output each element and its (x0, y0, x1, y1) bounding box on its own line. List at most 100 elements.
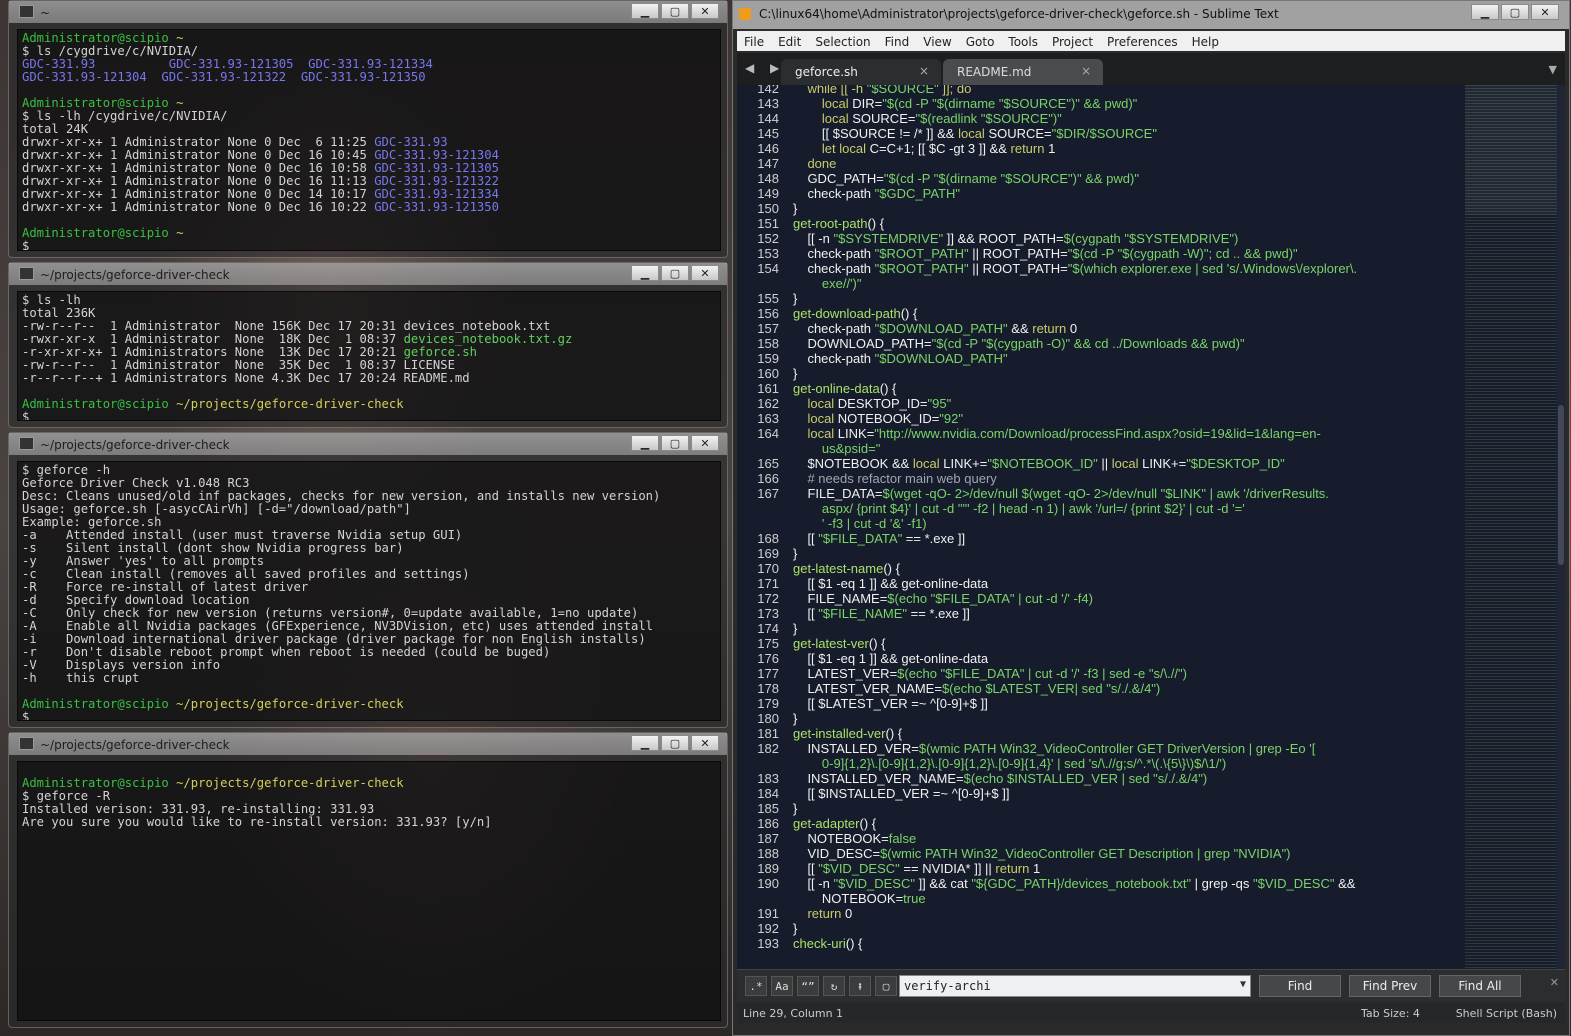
menu-help[interactable]: Help (1185, 33, 1226, 49)
code-text: [[ $INSTALLED_VER =~ ^[0-9]+$ ]] (779, 786, 1009, 801)
line-number: 145 (757, 126, 779, 141)
code-token: "$SOURCE" (866, 85, 939, 96)
vertical-scrollbar[interactable] (1557, 85, 1565, 969)
menu-project[interactable]: Project (1045, 33, 1100, 49)
minimap-viewport[interactable] (1465, 85, 1557, 215)
terminal-text: $ geforce -R (22, 789, 111, 803)
code-token: local (958, 126, 989, 141)
menu-selection[interactable]: Selection (808, 33, 877, 49)
maximize-button[interactable]: ▢ (661, 3, 689, 19)
code-line: 181 get-installed-ver() { (737, 726, 1465, 741)
terminal-window-home[interactable]: ~ ▁ ▢ ✕ Administrator@scipio ~ $ ls /cyg… (8, 0, 728, 258)
tab-nav-arrows-icon[interactable]: ◀ ▶ (745, 61, 785, 75)
find-button[interactable]: Find (1259, 975, 1341, 997)
menu-find[interactable]: Find (878, 33, 917, 49)
code-token: return (1032, 321, 1070, 336)
line-number: 188 (757, 846, 779, 861)
terminal-output[interactable]: Administrator@scipio ~ $ ls /cygdrive/c/… (17, 29, 721, 251)
terminal-output[interactable]: Administrator@scipio ~/projects/geforce-… (17, 761, 721, 1021)
tab-size-selector[interactable]: Tab Size: 4 (1361, 1007, 1420, 1020)
code-text: get-root-path() { (779, 216, 884, 231)
minimize-button[interactable]: ▁ (631, 265, 659, 281)
tab-dropdown-icon[interactable]: ▼ (1549, 63, 1557, 76)
maximize-button[interactable]: ▢ (661, 265, 689, 281)
tab-close-icon[interactable]: × (919, 64, 929, 78)
terminal-window-reinstall[interactable]: ~/projects/geforce-driver-check ▁ ▢ ✕ Ad… (8, 732, 728, 1028)
terminal-output[interactable]: $ ls -lh total 236K -rw-r--r-- 1 Adminis… (17, 291, 721, 421)
code-token: return (793, 906, 846, 921)
terminal-text: -a Attended install (user must traverse … (22, 528, 463, 542)
terminal-text: -r Don't disable reboot prompt when rebo… (22, 645, 551, 659)
code-token: "${GDC_PATH}/devices_notebook.txt" (971, 876, 1192, 891)
close-button[interactable]: ✕ (691, 435, 719, 451)
in-selection-icon[interactable]: ⭻ (849, 976, 871, 996)
minimize-button[interactable]: ▁ (631, 735, 659, 751)
code-text: } (779, 711, 797, 726)
menu-goto[interactable]: Goto (959, 33, 1002, 49)
tab-label: README.md (957, 65, 1032, 79)
close-button[interactable]: ✕ (691, 265, 719, 281)
tab-geforce-sh[interactable]: geforce.sh × (781, 59, 941, 85)
syntax-selector[interactable]: Shell Script (Bash) (1456, 1007, 1557, 1020)
terminal-titlebar[interactable] (9, 1, 727, 23)
menu-tools[interactable]: Tools (1001, 33, 1045, 49)
scrollbar-thumb[interactable] (1558, 405, 1564, 565)
line-number: 165 (757, 456, 779, 471)
code-text: VID_DESC=$(wmic PATH Win32_VideoControll… (779, 846, 1290, 861)
terminal-output[interactable]: $ geforce -h Geforce Driver Check v1.048… (17, 461, 721, 721)
code-line: 173 [[ "$FILE_NAME" == *.exe ]] (737, 606, 1465, 621)
terminal-line: -h this crupt (22, 671, 139, 685)
minimize-button[interactable]: ▁ (631, 435, 659, 451)
sublime-text-window[interactable]: C:\linux64\home\Administrator\projects\g… (732, 0, 1570, 1036)
terminal-text: GDC-331.93-121322 (374, 174, 499, 188)
maximize-button[interactable]: ▢ (1501, 4, 1529, 20)
menu-view[interactable]: View (916, 33, 958, 49)
menu-edit[interactable]: Edit (771, 33, 808, 49)
wrap-icon[interactable]: ↻ (823, 976, 845, 996)
maximize-button[interactable]: ▢ (661, 735, 689, 751)
whole-word-toggle[interactable]: “” (797, 976, 819, 996)
terminal-window-help[interactable]: ~/projects/geforce-driver-check ▁ ▢ ✕ $ … (8, 432, 728, 728)
maximize-button[interactable]: ▢ (661, 435, 689, 451)
code-token: local (912, 456, 944, 471)
code-token: $(cygpath "$SYSTEMDRIVE") (1063, 231, 1239, 246)
close-button[interactable]: ✕ (1531, 4, 1559, 20)
line-number: 146 (757, 141, 779, 156)
terminal-window-ls[interactable]: ~/projects/geforce-driver-check ▁ ▢ ✕ $ … (8, 262, 728, 428)
terminal-text: Administrator@scipio (22, 96, 177, 110)
minimap[interactable] (1465, 85, 1557, 969)
terminal-line: -y Answer 'yes' to all prompts (22, 554, 264, 568)
find-all-button[interactable]: Find All (1439, 975, 1521, 997)
menu-file[interactable]: File (737, 33, 771, 49)
code-token: FILE_DATA= (793, 486, 883, 501)
terminal-text: GDC-331.93 GDC-331.93-121305 GDC-331.93-… (22, 57, 433, 71)
code-token: || ROOT_PATH= (968, 261, 1068, 276)
code-line: 183 INSTALLED_VER_NAME=$(echo $INSTALLED… (737, 771, 1465, 786)
code-line: 142 while [[ -h "$SOURCE" ]]; do (737, 85, 1465, 96)
close-button[interactable]: ✕ (691, 735, 719, 751)
terminal-line: Installed verison: 331.93, re-installing… (22, 802, 374, 816)
chevron-down-icon[interactable]: ▼ (1240, 979, 1246, 990)
close-find-icon[interactable]: ✕ (1550, 976, 1559, 989)
close-button[interactable]: ✕ (691, 3, 719, 19)
minimize-button[interactable]: ▁ (631, 3, 659, 19)
highlight-matches-icon[interactable]: ▢ (875, 976, 897, 996)
minimize-button[interactable]: ▁ (1471, 4, 1499, 20)
terminal-line: -r-xr-xr-x+ 1 Administrators None 13K De… (22, 345, 477, 359)
code-token: [[ (793, 531, 819, 546)
tab-readme-md[interactable]: README.md × (943, 59, 1103, 85)
code-editor[interactable]: 142 while [[ -h "$SOURCE" ]]; do 143 loca… (737, 85, 1565, 969)
code-line: 163 local NOTEBOOK_ID="92" (737, 411, 1465, 426)
find-input[interactable]: verify-archi ▼ (899, 975, 1251, 997)
terminal-text: -c Clean install (removes all saved prof… (22, 567, 470, 581)
tab-close-icon[interactable]: × (1081, 64, 1091, 78)
code-token: NOTEBOOK= (793, 891, 904, 906)
find-prev-button[interactable]: Find Prev (1349, 975, 1431, 997)
line-number: 184 (757, 786, 779, 801)
regex-toggle[interactable]: .* (745, 976, 767, 996)
terminal-text: -R Force re-install of latest driver (22, 580, 309, 594)
terminal-text: drwxr-xr-x+ 1 Administrator None 0 Dec 1… (22, 187, 375, 201)
menu-preferences[interactable]: Preferences (1100, 33, 1185, 49)
case-sensitive-toggle[interactable]: Aa (771, 976, 793, 996)
code-token: GDC_PATH= (793, 171, 884, 186)
